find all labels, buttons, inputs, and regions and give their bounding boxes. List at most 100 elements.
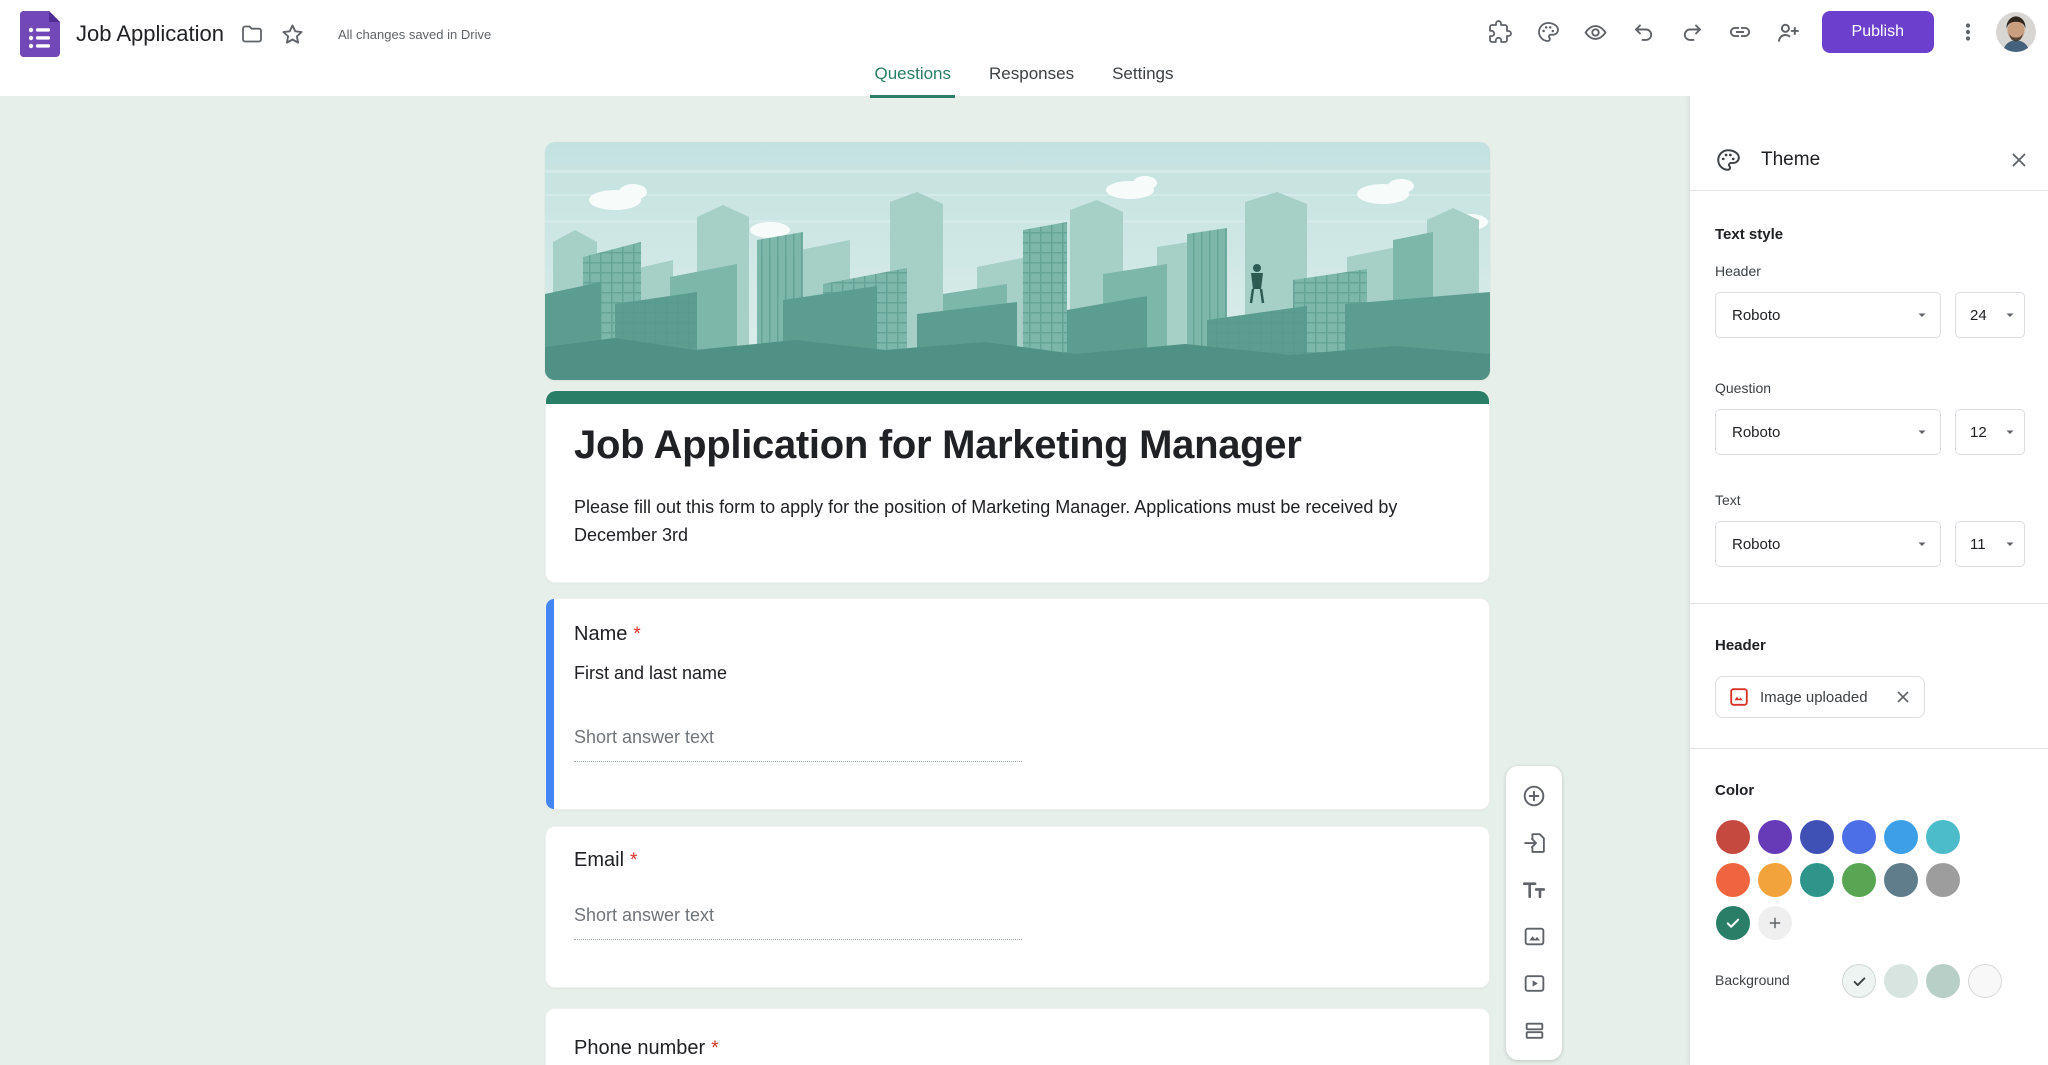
document-title[interactable]: Job Application (76, 21, 224, 47)
answer-underline (574, 939, 1022, 940)
image-icon (1728, 686, 1750, 708)
account-avatar[interactable] (1996, 12, 2036, 52)
color-swatch[interactable] (1758, 820, 1792, 854)
text-size-select[interactable]: 11 (1955, 521, 2025, 567)
header-font-select[interactable]: Roboto (1715, 292, 1941, 338)
header-image-chip[interactable]: Image uploaded (1715, 676, 1925, 718)
add-question-icon[interactable] (1512, 772, 1556, 819)
color-swatch[interactable] (1926, 863, 1960, 897)
header-size-select[interactable]: 24 (1955, 292, 2025, 338)
background-swatch-selected[interactable] (1842, 964, 1876, 998)
check-icon (1724, 914, 1742, 932)
question-label[interactable]: Email* (574, 849, 637, 872)
forms-logo-icon[interactable] (20, 11, 60, 57)
tab-settings[interactable]: Settings (1108, 58, 1177, 98)
more-options-icon[interactable] (1948, 12, 1988, 52)
import-questions-icon[interactable] (1512, 819, 1556, 866)
theme-panel: Theme Text style Header Roboto 24 Questi… (1689, 96, 2048, 1065)
question-card-name[interactable]: Name* First and last name Short answer t… (545, 598, 1490, 810)
palette-icon (1715, 147, 1741, 173)
color-section-heading: Color (1715, 782, 1754, 799)
divider (1690, 748, 2048, 749)
question-font-label: Question (1715, 380, 1771, 396)
color-swatch[interactable] (1800, 863, 1834, 897)
color-swatch[interactable] (1800, 820, 1834, 854)
link-icon[interactable] (1720, 12, 1760, 52)
color-swatch[interactable] (1842, 820, 1876, 854)
color-swatch-row-3 (1716, 906, 1792, 940)
remove-image-icon[interactable] (1894, 688, 1912, 706)
theme-palette-icon[interactable] (1528, 12, 1568, 52)
chevron-down-icon (2004, 309, 2016, 321)
check-icon (1851, 973, 1868, 990)
color-swatch-row-1 (1716, 820, 1960, 854)
color-swatch[interactable] (1716, 820, 1750, 854)
text-font-select[interactable]: Roboto (1715, 521, 1941, 567)
tab-bar: Questions Responses Settings (0, 58, 2048, 98)
text-style-heading: Text style (1715, 226, 1783, 243)
text-font-label: Text (1715, 492, 1741, 508)
preview-eye-icon[interactable] (1576, 12, 1616, 52)
form-title-card[interactable]: Job Application for Marketing Manager Pl… (545, 390, 1490, 583)
question-card-phone[interactable]: Phone number* (545, 1008, 1490, 1065)
tab-responses[interactable]: Responses (985, 58, 1078, 98)
color-swatch-row-2 (1716, 863, 1960, 897)
cityscape-illustration (545, 142, 1490, 380)
header-font-label: Header (1715, 263, 1761, 279)
background-swatch[interactable] (1884, 964, 1918, 998)
chip-label: Image uploaded (1760, 689, 1884, 706)
question-size-select[interactable]: 12 (1955, 409, 2025, 455)
color-swatch[interactable] (1884, 820, 1918, 854)
add-section-icon[interactable] (1512, 1007, 1556, 1054)
color-swatch[interactable] (1926, 820, 1960, 854)
background-swatch[interactable] (1968, 964, 2002, 998)
add-video-icon[interactable] (1512, 960, 1556, 1007)
panel-title: Theme (1761, 149, 2008, 171)
question-card-email[interactable]: Email* Short answer text (545, 826, 1490, 988)
chevron-down-icon (1916, 309, 1928, 321)
form-edit-canvas: Job Application for Marketing Manager Pl… (0, 96, 1689, 1065)
short-answer-placeholder: Short answer text (574, 727, 714, 748)
color-swatch[interactable] (1884, 863, 1918, 897)
theme-accent-bar (546, 391, 1489, 404)
addons-puzzle-icon[interactable] (1480, 12, 1520, 52)
divider (1690, 190, 2048, 191)
color-swatch[interactable] (1758, 863, 1792, 897)
chevron-down-icon (2004, 538, 2016, 550)
color-swatch[interactable] (1842, 863, 1876, 897)
chevron-down-icon (1916, 538, 1928, 550)
form-title[interactable]: Job Application for Marketing Manager (574, 423, 1302, 468)
redo-icon[interactable] (1672, 12, 1712, 52)
add-collaborators-icon[interactable] (1768, 12, 1808, 52)
header-section-heading: Header (1715, 637, 1766, 654)
question-font-select[interactable]: Roboto (1715, 409, 1941, 455)
color-swatch[interactable] (1716, 863, 1750, 897)
divider (1690, 603, 2048, 604)
background-swatch[interactable] (1926, 964, 1960, 998)
question-label[interactable]: Phone number* (574, 1037, 719, 1060)
save-status: All changes saved in Drive (338, 27, 491, 42)
undo-icon[interactable] (1624, 12, 1664, 52)
chevron-down-icon (1916, 426, 1928, 438)
chevron-down-icon (2004, 426, 2016, 438)
tab-questions[interactable]: Questions (870, 58, 955, 98)
add-title-text-icon[interactable] (1512, 866, 1556, 913)
add-custom-color-button[interactable] (1758, 906, 1792, 940)
publish-button[interactable]: Publish (1822, 11, 1934, 53)
question-description[interactable]: First and last name (574, 663, 727, 684)
question-label[interactable]: Name* (574, 623, 641, 646)
close-icon[interactable] (2008, 149, 2030, 171)
required-asterisk: * (630, 850, 637, 871)
plus-icon (1767, 915, 1783, 931)
form-description[interactable]: Please fill out this form to apply for t… (574, 493, 1454, 549)
color-swatch-selected[interactable] (1716, 906, 1750, 940)
folder-icon[interactable] (232, 14, 272, 54)
background-label: Background (1715, 972, 1790, 988)
form-header-image (545, 142, 1490, 380)
star-icon[interactable] (272, 14, 312, 54)
required-asterisk: * (633, 624, 640, 645)
short-answer-placeholder: Short answer text (574, 905, 714, 926)
add-image-icon[interactable] (1512, 913, 1556, 960)
question-toolbar (1506, 766, 1562, 1060)
selected-question-indicator (546, 599, 554, 809)
